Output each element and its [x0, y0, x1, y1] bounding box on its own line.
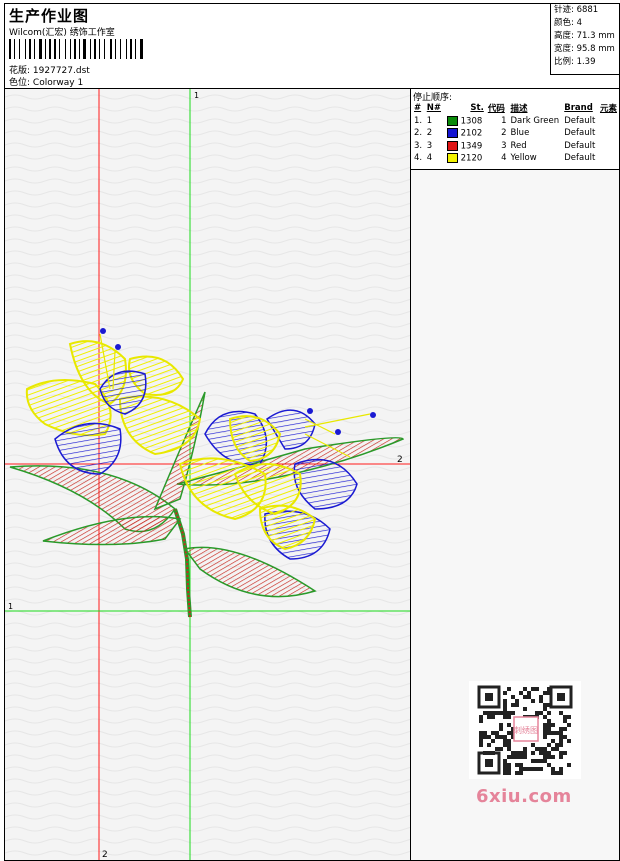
stop-sequence-panel: 停止顺序: # N# St. 代码 描述 Brand 元素 1. 1 1308 … [411, 89, 619, 170]
col-header: 代码 [487, 104, 505, 115]
color-code: 3 [501, 140, 507, 151]
stop-sequence-header-row: # N# St. 代码 描述 Brand 元素 [412, 102, 619, 115]
header: 生产作业图 Wilcom(汇宏) 绣饰工作室 花版: 1927727.dst 色… [5, 4, 550, 88]
color-cell: 1349 [445, 140, 486, 153]
color-code: 4 [501, 153, 507, 164]
color-swatch [446, 153, 458, 163]
needle-number: 3 [426, 140, 433, 151]
row-number: 3. [414, 140, 423, 151]
color-cell: 1308 [445, 115, 486, 128]
color-description: Blue [510, 128, 530, 139]
table-row: 4. 4 2120 4 Yellow Default [412, 152, 619, 165]
barcode [9, 39, 143, 59]
page-title: 生产作业图 [9, 7, 90, 25]
col-header: # [414, 103, 422, 114]
stitch-count: 2102 [460, 128, 483, 139]
watermark-qr-box: 刺绣图 [469, 681, 581, 779]
design-canvas: 1 2 1 2 [5, 89, 410, 860]
col-header: St. [470, 103, 484, 114]
needle-number: 1 [426, 115, 433, 126]
row-number: 2. [414, 128, 423, 139]
guide-label-red-bottom: 2 [102, 850, 108, 860]
element-cell [598, 115, 619, 128]
stat-colors: 颜色: 4 [554, 18, 582, 28]
color-description: Red [510, 140, 527, 151]
row-number: 4. [414, 153, 423, 164]
thread-brand: Default [564, 128, 596, 139]
thread-brand: Default [564, 140, 596, 151]
colorway-line: 色位: Colorway 1 [9, 75, 83, 88]
design-preview: 1 2 1 2 [5, 89, 410, 860]
table-row: 2. 2 2102 2 Blue Default [412, 127, 619, 140]
colorway-label: 色位: [9, 78, 31, 88]
needle-number: 4 [426, 153, 433, 164]
table-row: 1. 1 1308 1 Dark Green Default [412, 115, 619, 128]
element-cell [598, 140, 619, 153]
row-number: 1. [414, 115, 423, 126]
thread-brand: Default [564, 115, 596, 126]
guide-label-green-top: 1 [194, 91, 199, 100]
company-name: Wilcom(汇宏) 绣饰工作室 [9, 28, 115, 38]
col-header: 元素 [599, 104, 617, 115]
color-description: Yellow [510, 153, 537, 164]
color-code: 2 [501, 128, 507, 139]
color-cell: 2120 [445, 152, 486, 165]
stat-scale: 比例: 1.39 [554, 57, 596, 67]
color-swatch [446, 115, 458, 126]
color-description: Dark Green [510, 115, 560, 126]
element-cell [598, 127, 619, 140]
stitch-count: 1349 [460, 141, 483, 151]
guide-label-green-left: 1 [8, 602, 13, 611]
stat-height: 高度: 71.3 mm [554, 31, 615, 41]
color-code: 1 [501, 115, 507, 126]
needle-number: 2 [426, 128, 433, 139]
stitch-count: 1308 [460, 116, 483, 126]
col-header: Brand [564, 103, 593, 114]
stat-width: 宽度: 95.8 mm [554, 44, 615, 54]
qr-code-image: 刺绣图 [477, 685, 573, 775]
table-row: 3. 3 1349 3 Red Default [412, 140, 619, 153]
col-header: 描述 [510, 104, 528, 115]
stats-panel: 针迹: 6881 颜色: 4 高度: 71.3 mm 宽度: 95.8 mm 比… [550, 4, 620, 75]
stat-stitches: 针迹: 6881 [554, 5, 599, 15]
guide-label-red-right: 2 [397, 455, 403, 465]
qr-center-label: 刺绣图 [514, 725, 538, 735]
stitch-count: 2120 [460, 153, 483, 164]
thread-brand: Default [564, 153, 596, 164]
color-swatch [446, 128, 458, 138]
col-header: N# [426, 103, 441, 114]
watermark-site: 6xiu.com [476, 786, 572, 807]
color-swatch [446, 140, 458, 151]
colorway-value: Colorway 1 [32, 78, 84, 88]
element-cell [598, 152, 619, 165]
stop-sequence-table: # N# St. 代码 描述 Brand 元素 1. 1 1308 1 Dark… [412, 102, 619, 165]
color-cell: 2102 [445, 127, 486, 140]
